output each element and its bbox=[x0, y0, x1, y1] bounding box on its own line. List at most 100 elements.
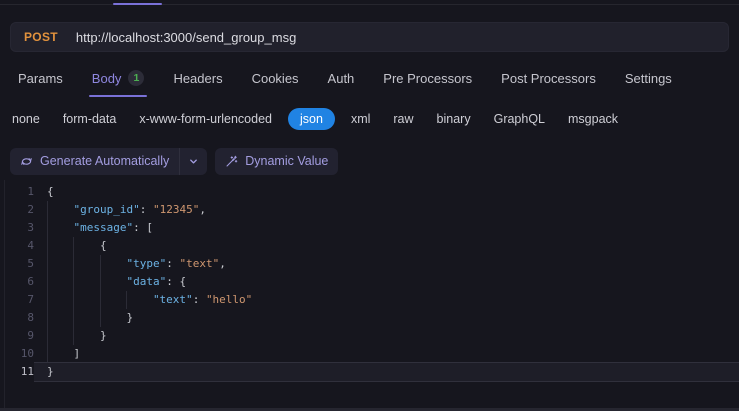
line-content: "data": { bbox=[34, 273, 739, 291]
body-type-x-www-form-urlencoded[interactable]: x-www-form-urlencoded bbox=[139, 112, 272, 126]
json-body-editor[interactable]: 1{2 "group_id": "12345", 3 "message": [4{5 "… bbox=[0, 180, 739, 410]
tab-count-badge: 1 bbox=[128, 70, 145, 86]
body-toolbar: Generate Automatically Dynamic Value bbox=[0, 140, 739, 180]
editor-line[interactable]: 5 "type": "text", bbox=[0, 255, 739, 273]
url-bar[interactable]: POST http://localhost:3000/send_group_ms… bbox=[10, 22, 729, 52]
body-type-form-data[interactable]: form-data bbox=[63, 112, 117, 126]
tab-body[interactable]: Body 1 bbox=[88, 58, 148, 98]
editor-line[interactable]: 7 "text": "hello" bbox=[0, 291, 739, 309]
generate-automatically-label: Generate Automatically bbox=[40, 154, 170, 168]
indent-guide bbox=[47, 327, 73, 345]
tab-label: Body bbox=[91, 70, 122, 86]
tab-auth[interactable]: Auth bbox=[328, 58, 355, 98]
body-type-xml[interactable]: xml bbox=[351, 112, 370, 126]
tab-params[interactable]: Params bbox=[18, 58, 63, 98]
json-key: "text" bbox=[152, 293, 193, 306]
indent-guide bbox=[47, 291, 73, 309]
json-punctuation: } bbox=[99, 329, 107, 342]
editor-line[interactable]: 8} bbox=[0, 309, 739, 327]
line-content: } bbox=[34, 363, 739, 381]
dynamic-value-button[interactable]: Dynamic Value bbox=[215, 147, 339, 175]
body-type-msgpack[interactable]: msgpack bbox=[568, 112, 618, 126]
line-content: } bbox=[34, 309, 739, 327]
line-number: 2 bbox=[27, 203, 34, 216]
body-type-raw[interactable]: raw bbox=[393, 112, 413, 126]
indent-guide bbox=[100, 273, 126, 291]
method-selector[interactable]: POST bbox=[24, 30, 58, 44]
json-punctuation: ] bbox=[73, 347, 81, 360]
tab-headers[interactable]: Headers bbox=[173, 58, 222, 98]
line-number: 5 bbox=[27, 257, 34, 270]
indent-guide bbox=[47, 201, 73, 219]
line-content: "message": [ bbox=[34, 219, 739, 237]
body-type-binary[interactable]: binary bbox=[437, 112, 471, 126]
json-punctuation: : bbox=[192, 293, 206, 306]
editor-line[interactable]: 4{ bbox=[0, 237, 739, 255]
json-punctuation: , bbox=[199, 203, 206, 216]
indent-guide bbox=[100, 309, 126, 327]
tab-label: Cookies bbox=[251, 70, 299, 86]
tab-label: Settings bbox=[624, 70, 672, 86]
active-request-tab-indicator bbox=[113, 3, 162, 5]
editor-line[interactable]: 3 "message": [ bbox=[0, 219, 739, 237]
json-string: "hello" bbox=[205, 293, 253, 306]
body-type-none[interactable]: none bbox=[12, 112, 40, 126]
tab-cookies[interactable]: Cookies bbox=[252, 58, 299, 98]
line-number: 6 bbox=[27, 275, 34, 288]
tab-label: Headers bbox=[173, 70, 223, 86]
dynamic-value-label: Dynamic Value bbox=[245, 154, 329, 168]
body-type-json[interactable]: json bbox=[288, 108, 335, 130]
indent-guide bbox=[47, 219, 73, 237]
editor-line[interactable]: 1{ bbox=[0, 183, 739, 201]
indent-guide bbox=[47, 255, 73, 273]
indent-guide bbox=[47, 237, 73, 255]
line-number: 7 bbox=[27, 293, 34, 306]
tab-settings[interactable]: Settings bbox=[625, 58, 672, 98]
line-number: 4 bbox=[27, 239, 34, 252]
indent-guide bbox=[126, 291, 152, 309]
sync-icon bbox=[20, 155, 33, 168]
json-punctuation: : [ bbox=[133, 221, 153, 234]
top-tab-strip bbox=[0, 0, 739, 18]
tab-post-processors[interactable]: Post Processors bbox=[501, 58, 596, 98]
generate-automatically-button[interactable]: Generate Automatically bbox=[10, 148, 179, 175]
editor-line[interactable]: 2 "group_id": "12345", bbox=[0, 201, 739, 219]
generate-options-button[interactable] bbox=[180, 148, 207, 175]
url-input[interactable]: http://localhost:3000/send_group_msg bbox=[76, 30, 296, 45]
editor-line[interactable]: 9} bbox=[0, 327, 739, 345]
indent-guide bbox=[73, 327, 99, 345]
json-key: "data" bbox=[126, 275, 167, 288]
line-content: { bbox=[34, 237, 739, 255]
line-content: "type": "text", bbox=[34, 255, 739, 273]
editor-line[interactable]: 11} bbox=[0, 363, 739, 381]
indent-guide bbox=[100, 255, 126, 273]
json-key: "type" bbox=[126, 257, 167, 270]
chevron-down-icon bbox=[188, 156, 199, 167]
line-number: 9 bbox=[27, 329, 34, 342]
json-punctuation: } bbox=[126, 311, 134, 324]
editor-line[interactable]: 6 "data": { bbox=[0, 273, 739, 291]
line-number: 8 bbox=[27, 311, 34, 324]
tab-label: Pre Processors bbox=[383, 70, 473, 86]
indent-guide bbox=[47, 309, 73, 327]
indent-guide bbox=[73, 237, 99, 255]
json-punctuation: : bbox=[166, 257, 180, 270]
tab-pre-processors[interactable]: Pre Processors bbox=[383, 58, 472, 98]
tab-label: Params bbox=[18, 70, 63, 86]
indent-guide bbox=[100, 291, 126, 309]
line-number: 3 bbox=[27, 221, 34, 234]
line-number: 11 bbox=[20, 365, 34, 378]
line-number: 10 bbox=[20, 347, 34, 360]
request-tabs: Params Body 1 Headers Cookies Auth Pre Process… bbox=[0, 58, 739, 98]
line-content: { bbox=[34, 183, 739, 201]
editor-line[interactable]: 10] bbox=[0, 345, 739, 363]
indent-guide bbox=[47, 273, 73, 291]
indent-guide bbox=[47, 345, 73, 363]
body-type-row: none form-data x-www-form-urlencoded json xm… bbox=[0, 98, 739, 140]
json-punctuation: } bbox=[47, 365, 54, 378]
json-string: "12345" bbox=[152, 203, 200, 216]
line-content: "group_id": "12345", bbox=[34, 201, 739, 219]
json-punctuation: : bbox=[139, 203, 153, 216]
line-number: 1 bbox=[27, 185, 34, 198]
body-type-graphql[interactable]: GraphQL bbox=[494, 112, 545, 126]
